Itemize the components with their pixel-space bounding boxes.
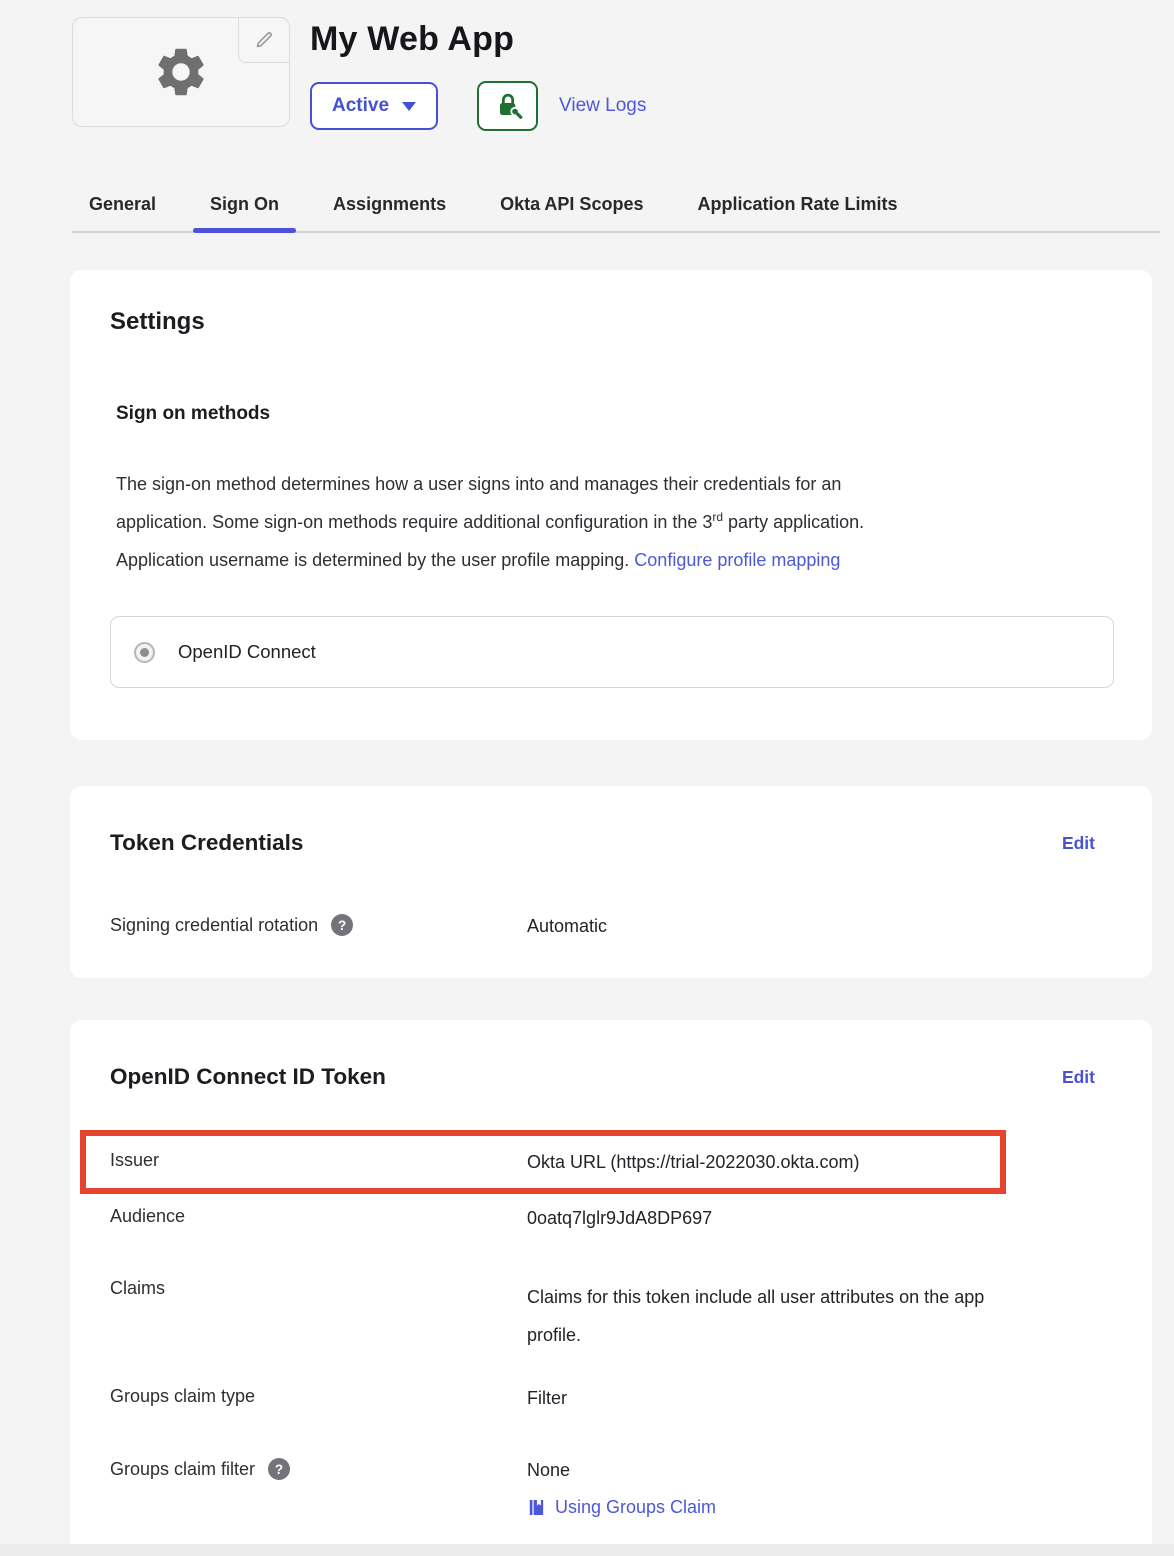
- tab-assignments[interactable]: Assignments: [316, 184, 463, 231]
- ordinal-superscript: rd: [712, 510, 723, 524]
- token-credentials-card: Token Credentials Edit Signing credentia…: [70, 786, 1152, 978]
- groups-claim-type-label: Groups claim type: [110, 1386, 527, 1407]
- id-token-header: OpenID Connect ID Token Edit: [70, 1020, 1152, 1090]
- groups-claim-filter-label: Groups claim filter: [110, 1459, 255, 1480]
- using-groups-claim-label: Using Groups Claim: [555, 1495, 716, 1519]
- help-icon[interactable]: [331, 914, 353, 936]
- book-icon: [527, 1498, 546, 1517]
- row-label: Signing credential rotation: [110, 914, 527, 936]
- token-credentials-heading: Token Credentials: [110, 830, 303, 856]
- signing-credential-rotation-row: Signing credential rotation Automatic: [110, 914, 1112, 938]
- token-credentials-header: Token Credentials Edit: [70, 786, 1152, 856]
- chevron-down-icon: [402, 102, 416, 111]
- settings-heading: Settings: [110, 308, 205, 336]
- lock-key-icon: [493, 91, 523, 121]
- page-title: My Web App: [310, 20, 514, 59]
- description-line-2-tail: party application.: [723, 512, 864, 532]
- audience-label: Audience: [110, 1206, 527, 1227]
- sign-on-method-option-openid[interactable]: OpenID Connect: [110, 616, 1114, 688]
- view-logs-link[interactable]: View Logs: [559, 95, 646, 117]
- issuer-value: Okta URL (https://trial-2022030.okta.com…: [527, 1150, 859, 1174]
- header-actions: Active View Logs: [310, 81, 646, 131]
- audience-row: Audience 0oatq7lglr9JdA8DP697: [110, 1206, 1112, 1230]
- claims-value-line-2: profile.: [527, 1325, 581, 1345]
- groups-claim-filter-row: Groups claim filter None Using Groups Cl…: [110, 1458, 1112, 1519]
- groups-claim-filter-value-block: None Using Groups Claim: [527, 1458, 716, 1519]
- pencil-icon: [253, 29, 275, 51]
- sign-on-description: The sign-on method determines how a user…: [116, 468, 1076, 539]
- configure-profile-mapping-link[interactable]: Configure profile mapping: [634, 550, 840, 570]
- sign-on-method-label: OpenID Connect: [178, 641, 316, 663]
- tab-general[interactable]: General: [72, 184, 173, 231]
- okta-app-sign-on-page: My Web App Active View Logs General Sign…: [0, 0, 1174, 1556]
- using-groups-claim-link[interactable]: Using Groups Claim: [527, 1495, 716, 1519]
- gear-icon: [152, 43, 210, 101]
- edit-logo-button[interactable]: [238, 17, 290, 63]
- status-dropdown-button[interactable]: Active: [310, 82, 438, 130]
- claims-row: Claims Claims for this token include all…: [110, 1278, 1112, 1354]
- lock-button[interactable]: [477, 81, 538, 131]
- id-token-card: OpenID Connect ID Token Edit Issuer Okta…: [70, 1020, 1152, 1556]
- audience-value: 0oatq7lglr9JdA8DP697: [527, 1206, 712, 1230]
- tab-application-rate-limits[interactable]: Application Rate Limits: [680, 184, 914, 231]
- tab-bar: General Sign On Assignments Okta API Sco…: [72, 184, 1160, 233]
- edit-id-token-link[interactable]: Edit: [1062, 1067, 1095, 1088]
- signing-credential-rotation-label: Signing credential rotation: [110, 915, 318, 936]
- username-mapping-sentence: Application username is determined by th…: [116, 550, 629, 570]
- groups-claim-type-row: Groups claim type Filter: [110, 1386, 1112, 1410]
- status-label: Active: [332, 95, 389, 117]
- claims-value-line-1: Claims for this token include all user a…: [527, 1287, 984, 1307]
- groups-claim-type-value: Filter: [527, 1386, 567, 1410]
- help-icon[interactable]: [268, 1458, 290, 1480]
- username-mapping-text: Application username is determined by th…: [116, 550, 1076, 571]
- description-line-2: application. Some sign-on methods requir…: [116, 512, 712, 532]
- row-label: Groups claim filter: [110, 1458, 527, 1480]
- issuer-label: Issuer: [110, 1150, 527, 1171]
- tab-okta-api-scopes[interactable]: Okta API Scopes: [483, 184, 660, 231]
- radio-selected-icon[interactable]: [134, 642, 155, 663]
- claims-value: Claims for this token include all user a…: [527, 1278, 984, 1354]
- issuer-row: Issuer Okta URL (https://trial-2022030.o…: [110, 1150, 1112, 1174]
- settings-card: Settings Sign on methods The sign-on met…: [70, 270, 1152, 740]
- edit-token-credentials-link[interactable]: Edit: [1062, 833, 1095, 854]
- tab-sign-on[interactable]: Sign On: [193, 184, 296, 231]
- cutoff-content-strip: [0, 1544, 1174, 1556]
- sign-on-methods-heading: Sign on methods: [116, 403, 270, 425]
- groups-claim-filter-value: None: [527, 1460, 570, 1480]
- description-line-1: The sign-on method determines how a user…: [116, 474, 841, 494]
- signing-credential-rotation-value: Automatic: [527, 914, 607, 938]
- id-token-heading: OpenID Connect ID Token: [110, 1064, 386, 1090]
- claims-label: Claims: [110, 1278, 527, 1299]
- app-logo-box: [72, 17, 290, 127]
